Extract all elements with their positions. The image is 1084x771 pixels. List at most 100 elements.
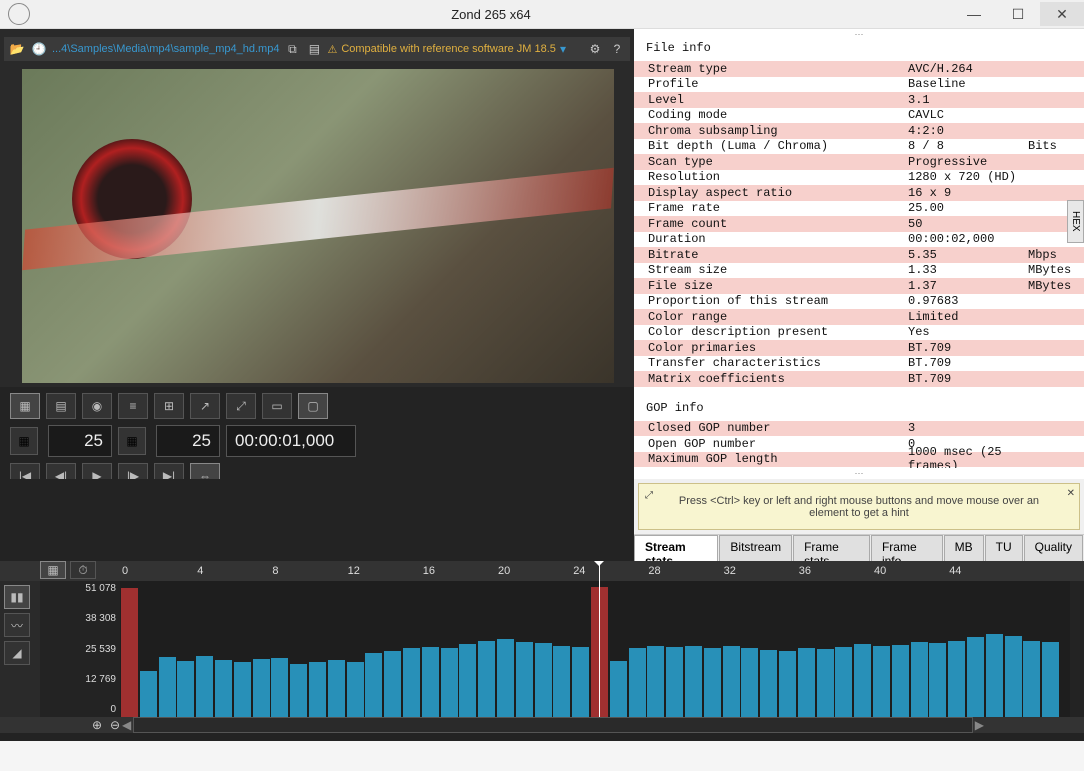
frame-bar[interactable]	[215, 660, 232, 717]
frame-bar[interactable]	[929, 643, 946, 717]
info-row: Resolution1280 x 720 (HD)	[634, 170, 1084, 186]
frame-number-2[interactable]: 25	[156, 425, 220, 457]
help-icon[interactable]: ?	[608, 40, 626, 58]
frame-bar[interactable]	[121, 588, 138, 717]
frame-bar[interactable]	[140, 671, 157, 717]
frame-bar[interactable]	[1042, 642, 1059, 717]
timeline-ruler[interactable]: ▦ ⏱ 048121620242832364044	[0, 561, 1084, 581]
frame-bar[interactable]	[741, 648, 758, 717]
mode-color-button[interactable]: ◉	[82, 393, 112, 419]
tab-tu[interactable]: TU	[985, 535, 1023, 561]
frame-bar[interactable]	[666, 647, 683, 717]
close-button[interactable]: ✕	[1040, 2, 1084, 26]
mode-motion-button[interactable]: ↗	[190, 393, 220, 419]
frame-bar[interactable]	[516, 642, 533, 717]
settings-icon[interactable]: ⚙	[586, 40, 604, 58]
frame-bar[interactable]	[309, 662, 326, 717]
frame-bar[interactable]	[177, 661, 194, 717]
frame-bar[interactable]	[986, 634, 1003, 717]
frame-bar[interactable]	[572, 647, 589, 717]
tab-frame-stats[interactable]: Frame stats	[793, 535, 870, 561]
title-bar: Zond 265 x64 — ☐ ✕	[0, 0, 1084, 29]
frame-number-1[interactable]: 25	[48, 425, 112, 457]
timeline-scrollbar[interactable]	[133, 717, 973, 733]
mode-overlay-button[interactable]: ▭	[262, 393, 292, 419]
mode-frame-button[interactable]: ▦	[10, 393, 40, 419]
tab-quality[interactable]: Quality	[1024, 535, 1083, 561]
mode-grid-button[interactable]: ▤	[46, 393, 76, 419]
frame-bar[interactable]	[779, 651, 796, 717]
frame-bar[interactable]	[422, 647, 439, 717]
doc-icon[interactable]: ▤	[305, 40, 323, 58]
chart-area-button[interactable]: ◢	[4, 641, 30, 665]
frame-bar[interactable]	[798, 648, 815, 717]
frame-bar[interactable]	[967, 637, 984, 717]
info-panel[interactable]: File infoStream typeAVC/H.264ProfileBase…	[634, 35, 1084, 468]
frame-bar[interactable]	[459, 644, 476, 717]
zoom-in-icon[interactable]: ⊕	[88, 716, 106, 734]
ruler-time-button[interactable]: ⏱	[70, 561, 96, 579]
hint-close-icon[interactable]: ✕	[1067, 488, 1075, 499]
tab-bitstream[interactable]: Bitstream	[719, 535, 792, 561]
frame-bar[interactable]	[647, 646, 664, 717]
frame-bar[interactable]	[854, 644, 871, 717]
tab-frame-info[interactable]: Frame info	[871, 535, 943, 561]
frame-bar[interactable]	[723, 646, 740, 717]
frame-bar[interactable]	[873, 646, 890, 717]
maximize-button[interactable]: ☐	[996, 2, 1040, 26]
frame-bar[interactable]	[629, 648, 646, 717]
zoom-out-icon[interactable]: ⊖	[106, 716, 124, 734]
frame-bar[interactable]	[290, 664, 307, 717]
hex-tab[interactable]: HEX	[1067, 200, 1084, 243]
frame-bar[interactable]	[159, 657, 176, 717]
frame-bar[interactable]	[685, 646, 702, 717]
frame-bar[interactable]	[234, 662, 251, 717]
ruler-frames-button[interactable]: ▦	[40, 561, 66, 579]
mode-blocks-button[interactable]: ⊞	[154, 393, 184, 419]
playhead-cursor[interactable]	[599, 563, 600, 717]
scroll-right-icon[interactable]: ▶	[975, 718, 984, 732]
info-row: Color description presentYes	[634, 325, 1084, 341]
frame-bar[interactable]	[347, 662, 364, 717]
frame-bar[interactable]	[196, 656, 213, 717]
frame-bar[interactable]	[497, 639, 514, 717]
frame-bar[interactable]	[553, 646, 570, 717]
frame-bar[interactable]	[1005, 636, 1022, 717]
frame-bar[interactable]	[271, 658, 288, 717]
frame-bar[interactable]	[760, 650, 777, 717]
frame-bar[interactable]	[535, 643, 552, 717]
mode-vector-button[interactable]: ⤢	[226, 393, 256, 419]
frame-bar[interactable]	[817, 649, 834, 717]
frame-bar[interactable]	[892, 645, 909, 717]
frame-bar[interactable]	[478, 641, 495, 717]
info-row: Stream typeAVC/H.264	[634, 61, 1084, 77]
recent-icon[interactable]: 🕘	[30, 40, 48, 58]
timecode[interactable]: 00:00:01,000	[226, 425, 356, 457]
frame-bar[interactable]	[384, 651, 401, 717]
copy-icon[interactable]: ⧉	[283, 40, 301, 58]
frame-bar[interactable]	[403, 648, 420, 717]
file-path[interactable]: ...4\Samples\Media\mp4\sample_mp4_hd.mp4	[52, 43, 279, 55]
frame-bar[interactable]	[610, 661, 627, 717]
tab-stream-stats[interactable]: Stream stats	[634, 535, 718, 561]
timeline-chart[interactable]	[120, 581, 1070, 717]
frame-bar[interactable]	[328, 660, 345, 717]
mode-fullframe-button[interactable]: ▢	[298, 393, 328, 419]
chart-bar-button[interactable]: ▮▮	[4, 585, 30, 609]
minimize-button[interactable]: —	[952, 2, 996, 26]
open-folder-icon[interactable]: 📂	[8, 40, 26, 58]
chart-line-button[interactable]: 〰	[4, 613, 30, 637]
frame-bar[interactable]	[1023, 641, 1040, 717]
timeline-panel: ▦ ⏱ 048121620242832364044 ▮▮ 〰 ◢ 51 0783…	[0, 561, 1084, 741]
video-preview[interactable]	[22, 69, 614, 383]
frame-bar[interactable]	[365, 653, 382, 717]
frame-bar[interactable]	[441, 648, 458, 717]
app-icon	[8, 3, 30, 25]
frame-bar[interactable]	[835, 647, 852, 717]
frame-bar[interactable]	[704, 648, 721, 717]
tab-mb[interactable]: MB	[944, 535, 984, 561]
frame-bar[interactable]	[948, 641, 965, 717]
frame-bar[interactable]	[911, 642, 928, 717]
frame-bar[interactable]	[253, 659, 270, 717]
mode-lines-button[interactable]: ≡	[118, 393, 148, 419]
